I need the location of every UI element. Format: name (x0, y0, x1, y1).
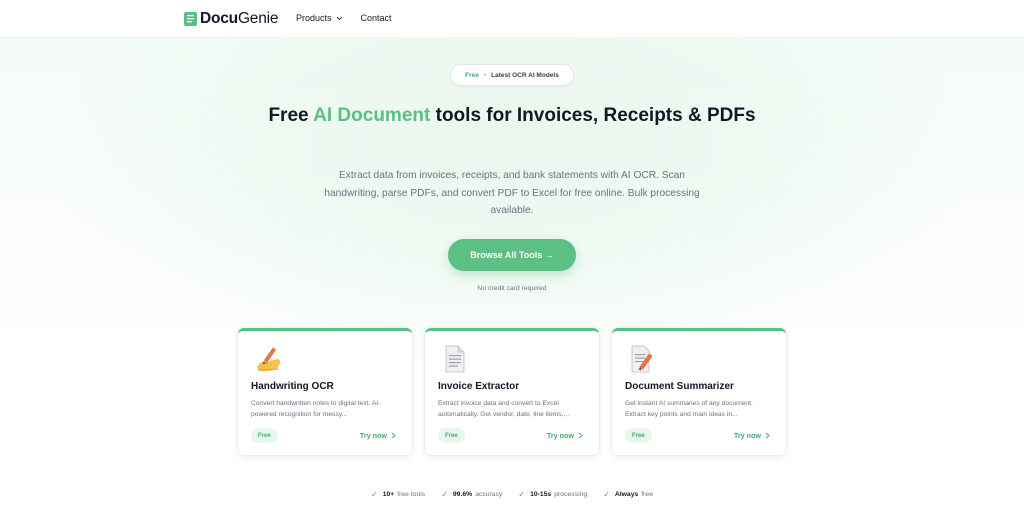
try-now-link[interactable]: Try now (734, 431, 770, 440)
badge-free-label: Free (465, 71, 479, 79)
document-pencil-icon (631, 345, 653, 373)
free-badge: Free (625, 428, 652, 443)
card-title: Invoice Extractor (438, 381, 520, 392)
tool-card-invoice-extractor[interactable]: Invoice Extractor Extract invoice data a… (425, 328, 599, 455)
stat-value: Always (614, 491, 639, 498)
stat-item: ✓ Always free (603, 490, 653, 499)
badge-text: Latest OCR AI Models (491, 71, 559, 79)
chevron-down-icon (336, 16, 342, 20)
main-content: Free • Latest OCR AI Models Free AI Docu… (0, 0, 1024, 508)
badge-separator: • (483, 71, 487, 79)
check-icon: ✓ (518, 490, 526, 499)
free-badge: Free (251, 428, 278, 443)
try-now-link[interactable]: Try now (360, 431, 396, 440)
stat-label: free tools (397, 491, 426, 498)
hero-description: Extract data from invoices, receipts, an… (324, 170, 700, 216)
writing-hand-icon (257, 347, 281, 372)
card-description: Get instant AI summaries of any document… (625, 400, 753, 418)
logo-text-bold: Docu (200, 10, 238, 27)
card-title: Handwriting OCR (251, 381, 334, 392)
check-icon: ✓ (603, 490, 610, 499)
logo-document-icon (184, 12, 197, 26)
browse-all-tools-button[interactable]: Browse All Tools → (448, 239, 576, 271)
stat-item: ✓ 10-15s processing (518, 490, 587, 499)
try-now-link[interactable]: Try now (547, 431, 583, 440)
nav-products-label: Products (296, 13, 332, 23)
stat-label: accuracy (475, 491, 503, 498)
logo-text-light: Genie (237, 10, 279, 27)
logo[interactable]: Docu Genie (184, 10, 279, 28)
nav-contact[interactable]: Contact (361, 13, 392, 23)
cta-note: No credit card required (477, 285, 547, 292)
chevron-right-icon (578, 432, 583, 439)
stat-label: processing (554, 491, 588, 498)
hero-title: Free AI Document tools for Invoices, Rec… (262, 104, 762, 127)
tool-card-handwriting-ocr[interactable]: Handwriting OCR Convert handwritten note… (238, 328, 412, 455)
stat-value: 10-15s (530, 491, 552, 498)
free-badge: Free (438, 428, 465, 443)
stat-value: 99.6% (452, 491, 473, 498)
nav-contact-label: Contact (360, 13, 392, 23)
document-icon (445, 345, 465, 373)
card-title: Document Summarizer (625, 381, 734, 392)
hero-title-accent: AI Document (313, 105, 431, 126)
site-header: Docu Genie Products Contact (0, 0, 1024, 38)
stat-label: free (641, 491, 653, 498)
check-icon: ✓ (371, 490, 378, 499)
stat-item: ✓ 10+ free tools (371, 490, 425, 499)
stats-bar: ✓ 10+ free tools ✓ 99.6% accuracy ✓ 10-1… (0, 490, 1024, 499)
try-now-label: Try now (546, 431, 574, 440)
stat-value: 10+ (382, 491, 395, 498)
check-icon: ✓ (441, 490, 448, 499)
stat-item: ✓ 99.6% accuracy (441, 490, 502, 499)
try-now-label: Try now (359, 431, 387, 440)
announcement-badge: Free • Latest OCR AI Models (450, 64, 574, 86)
nav-products[interactable]: Products (296, 13, 343, 23)
hero-title-pre: Free (268, 105, 314, 126)
chevron-right-icon (765, 432, 770, 439)
chevron-right-icon (391, 432, 396, 439)
card-description: Extract invoice data and convert to Exce… (438, 400, 570, 418)
try-now-label: Try now (733, 431, 761, 440)
tool-card-document-summarizer[interactable]: Document Summarizer Get instant AI summa… (612, 328, 786, 455)
hero-title-post: tools for Invoices, Receipts & PDFs (430, 105, 756, 126)
card-description: Convert handwritten notes to digital tex… (251, 400, 381, 418)
main-nav: Products Contact (296, 13, 392, 23)
